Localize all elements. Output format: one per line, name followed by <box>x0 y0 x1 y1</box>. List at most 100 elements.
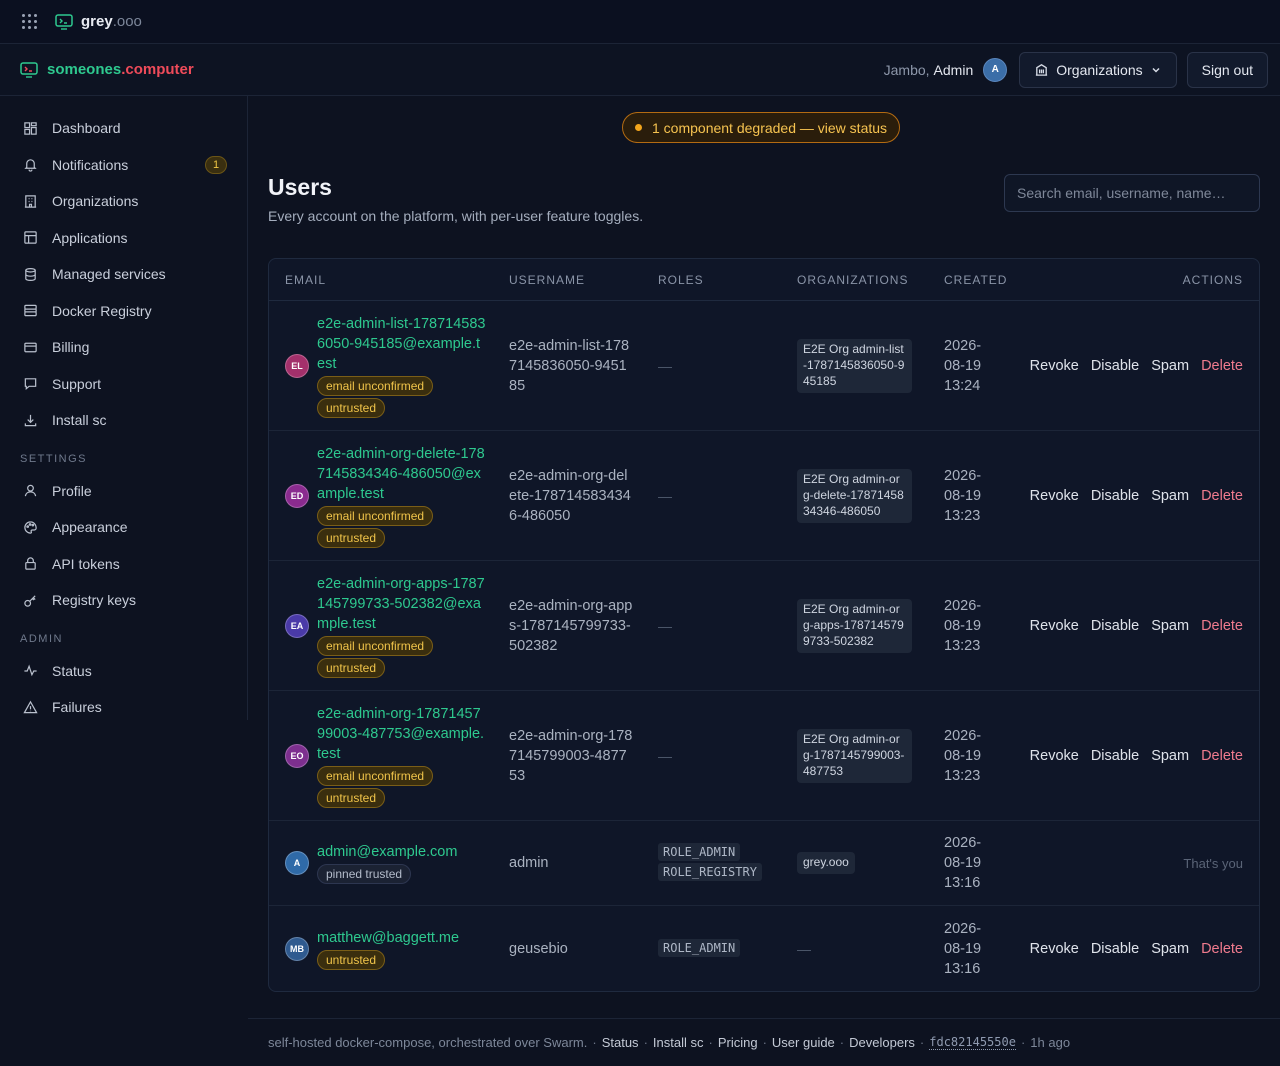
spam-button[interactable]: Spam <box>1151 618 1189 634</box>
org-chip[interactable]: E2E Org admin-org-1787145799003-487753 <box>797 728 912 783</box>
sidebar-item-api-tokens[interactable]: API tokens <box>0 546 247 583</box>
footer-text: self-hosted docker-compose, orchestrated… <box>268 1035 588 1050</box>
user-email-link[interactable]: e2e-admin-org-1787145799003-487753@examp… <box>317 704 487 764</box>
sidebar-item-profile[interactable]: Profile <box>0 473 247 510</box>
site-brand[interactable]: someones.computer <box>20 61 194 78</box>
revoke-button[interactable]: Revoke <box>1030 358 1079 374</box>
created-cell: 2026-08-19 13:23 <box>944 726 990 786</box>
disable-button[interactable]: Disable <box>1091 941 1139 957</box>
organizations-button[interactable]: Organizations <box>1019 51 1177 88</box>
created-date: 2026-08-19 13:16 <box>944 920 982 977</box>
table-row: EO e2e-admin-org-1787145799003-487753@exa… <box>269 691 1259 821</box>
table-row: MB matthew@baggett.me untrusted geusebio ROL… <box>269 906 1259 991</box>
footer-link-pricing[interactable]: Pricing <box>718 1035 758 1050</box>
username: geusebio <box>509 940 568 957</box>
sidebar-item-support[interactable]: Support <box>0 366 247 403</box>
brand-main: grey <box>81 13 113 30</box>
status-badge: email unconfirmed <box>317 375 434 396</box>
sidebar-item-managed-services[interactable]: Managed services <box>0 256 247 293</box>
status-banner[interactable]: 1 component degraded — view status <box>622 112 901 143</box>
sidebar-item-registry-keys[interactable]: Registry keys <box>0 582 247 619</box>
role-badge: ROLE_ADMIN <box>658 843 741 861</box>
username: admin <box>509 855 549 871</box>
key-icon <box>24 595 36 607</box>
delete-button[interactable]: Delete <box>1201 748 1243 764</box>
user-email-link[interactable]: e2e-admin-org-delete-1787145834346-48605… <box>317 444 487 504</box>
building-icon <box>1036 64 1048 76</box>
sidebar-item-dashboard[interactable]: Dashboard <box>0 110 247 147</box>
footer-link-developers[interactable]: Developers <box>849 1035 915 1050</box>
sidebar-item-organizations[interactable]: Organizations <box>0 183 247 220</box>
sidebar-item-docker-registry[interactable]: Docker Registry <box>0 293 247 330</box>
user-avatar-cell: EA <box>285 613 309 638</box>
org-chip[interactable]: E2E Org admin-list-1787145836050-945185 <box>797 338 912 393</box>
spam-button[interactable]: Spam <box>1151 941 1189 957</box>
top-brand[interactable]: grey.ooo <box>55 13 142 30</box>
status-banner-text: 1 component degraded — view status <box>652 119 888 136</box>
roles-empty: — <box>658 617 672 634</box>
email-cell: e2e-admin-list-1787145836050-945185@exam… <box>317 314 487 418</box>
username-cell: admin <box>509 853 633 873</box>
search-input[interactable] <box>1004 174 1260 212</box>
revoke-button[interactable]: Revoke <box>1030 748 1079 764</box>
org-chip[interactable]: E2E Org admin-org-delete-1787145834346-4… <box>797 468 912 523</box>
user-email-link[interactable]: admin@example.com <box>317 842 487 862</box>
footer-link-status[interactable]: Status <box>602 1035 639 1050</box>
sidebar-item-applications[interactable]: Applications <box>0 220 247 257</box>
org-chip[interactable]: E2E Org admin-org-apps-1787145799733-502… <box>797 598 912 653</box>
created-date: 2026-08-19 13:16 <box>944 835 982 891</box>
email-cell: matthew@baggett.me untrusted <box>317 928 487 970</box>
sidebar-item-appearance[interactable]: Appearance <box>0 509 247 546</box>
revoke-button[interactable]: Revoke <box>1030 618 1079 634</box>
delete-button[interactable]: Delete <box>1201 488 1243 504</box>
brand-part2: .computer <box>121 61 194 78</box>
actions-cell: Revoke Disable Spam Delete <box>1030 358 1243 374</box>
sidebar-item-failures[interactable]: Failures <box>0 689 247 726</box>
footer-link-install[interactable]: Install sc <box>653 1035 704 1050</box>
spam-button[interactable]: Spam <box>1151 488 1189 504</box>
greeting-text: Jambo, <box>883 61 930 78</box>
delete-button[interactable]: Delete <box>1201 618 1243 634</box>
sidebar-item-status[interactable]: Status <box>0 653 247 690</box>
sidebar-item-label: Registry keys <box>52 592 137 609</box>
sidebar-item-notifications[interactable]: Notifications 1 <box>0 147 247 184</box>
roles-cell: — <box>658 358 672 374</box>
email-cell: e2e-admin-org-apps-1787145799733-502382@… <box>317 574 487 678</box>
actions-cell: Revoke Disable Spam Delete <box>1030 618 1243 634</box>
avatar[interactable]: A <box>983 57 1008 82</box>
spam-button[interactable]: Spam <box>1151 358 1189 374</box>
apps-grid-icon[interactable] <box>22 14 37 29</box>
username: e2e-admin-list-1787145836050-945185 <box>509 337 630 394</box>
column-username: USERNAME <box>509 272 586 287</box>
orgs-cell: E2E Org admin-list-1787145836050-945185 <box>797 338 912 393</box>
org-chip[interactable]: grey.ooo <box>797 852 855 874</box>
disable-button[interactable]: Disable <box>1091 488 1139 504</box>
revoke-button[interactable]: Revoke <box>1030 941 1079 957</box>
delete-button[interactable]: Delete <box>1201 941 1243 957</box>
footer-link-user-guide[interactable]: User guide <box>772 1035 835 1050</box>
user-email-link[interactable]: e2e-admin-org-apps-1787145799733-502382@… <box>317 574 487 634</box>
footer-commit-hash[interactable]: fdc82145550e <box>929 1035 1016 1050</box>
avatar: MB <box>285 936 309 961</box>
sidebar-item-install-sc[interactable]: Install sc <box>0 402 247 439</box>
user-email-link[interactable]: e2e-admin-list-1787145836050-945185@exam… <box>317 314 487 374</box>
disable-button[interactable]: Disable <box>1091 748 1139 764</box>
revoke-button[interactable]: Revoke <box>1030 488 1079 504</box>
actions-cell: That's you <box>1183 855 1243 871</box>
spam-button[interactable]: Spam <box>1151 748 1189 764</box>
disable-button[interactable]: Disable <box>1091 358 1139 374</box>
sidebar: Dashboard Notifications 1 Organizations … <box>0 96 248 720</box>
disable-button[interactable]: Disable <box>1091 618 1139 634</box>
sidebar-item-label: Organizations <box>52 193 139 210</box>
user-email-link[interactable]: matthew@baggett.me <box>317 928 487 948</box>
user-avatar-cell: MB <box>285 936 309 961</box>
delete-button[interactable]: Delete <box>1201 358 1243 374</box>
column-created: CREATED <box>944 272 1008 287</box>
sign-out-button[interactable]: Sign out <box>1186 51 1268 88</box>
sidebar-item-label: Appearance <box>52 519 128 536</box>
actions-cell: Revoke Disable Spam Delete <box>1030 488 1243 504</box>
chat-icon <box>24 378 37 391</box>
email-cell: e2e-admin-org-delete-1787145834346-48605… <box>317 444 487 548</box>
palette-icon <box>24 521 37 534</box>
sidebar-item-billing[interactable]: Billing <box>0 329 247 366</box>
